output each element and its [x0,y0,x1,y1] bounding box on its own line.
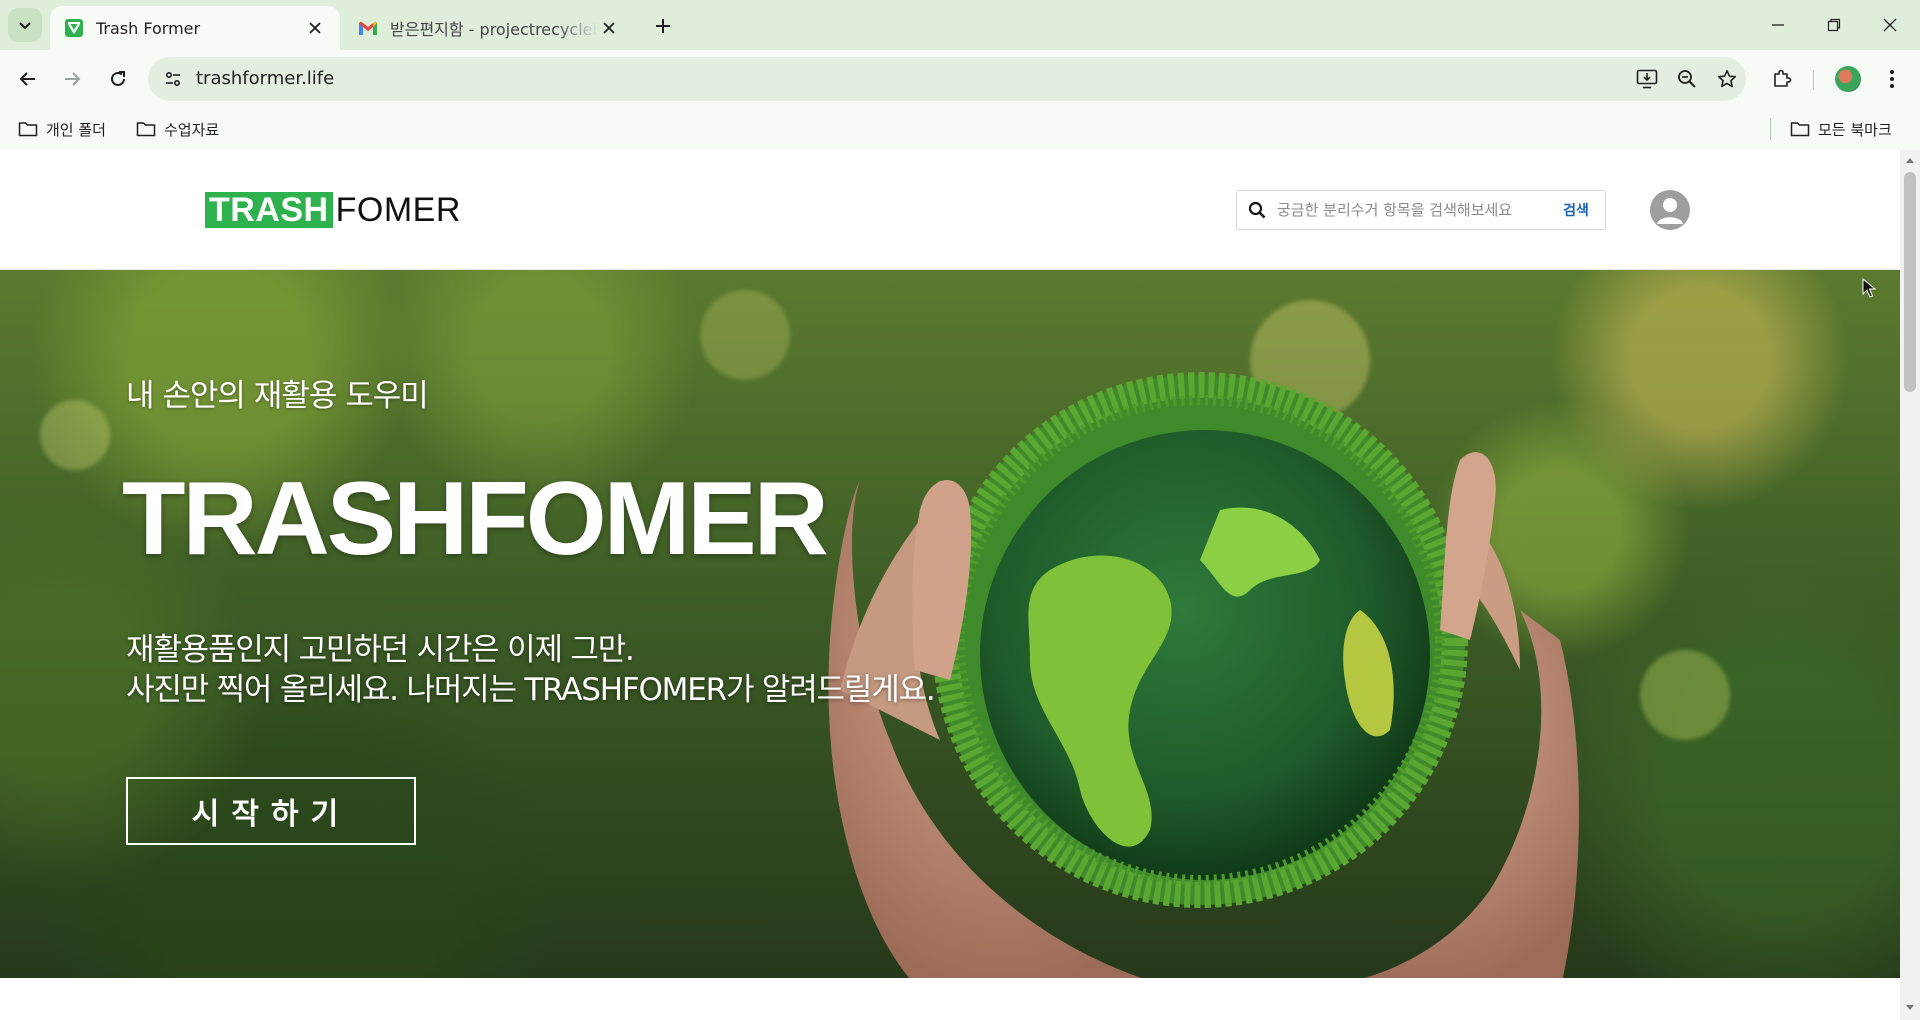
search-input[interactable] [1277,201,1547,219]
bokeh-light [40,400,110,470]
profile-button[interactable] [1830,61,1866,97]
address-url[interactable]: trashformer.life [196,57,334,101]
arrow-left-icon [19,72,35,86]
gmail-favicon-icon [358,18,378,38]
tab-close-icon[interactable] [598,17,620,39]
arrow-right-icon [65,72,81,86]
minimize-button[interactable] [1750,0,1806,50]
minimize-icon [1772,24,1784,26]
folder-icon [18,122,38,137]
address-bar[interactable]: trashformer.life [148,57,1746,101]
forward-button[interactable] [54,61,90,97]
hero-subtitle: 내 손안의 재활용 도우미 [126,378,429,414]
site-header: TRASH FOMER 검색 [0,150,1900,270]
site-info-icon[interactable] [158,64,188,94]
menu-button[interactable] [1874,61,1910,97]
reload-icon [111,71,125,86]
logo-trash: TRASH [205,192,333,228]
puzzle-icon [1774,69,1792,87]
more-vertical-icon [1890,70,1894,88]
bookmark-folder-personal[interactable]: 개인 폴더 [12,114,112,144]
bookmark-star-icon[interactable] [1712,64,1742,94]
hero-description-line: 재활용품인지 고민하던 시간은 이제 그만. [126,632,635,668]
chevron-down-icon [19,22,31,30]
tab-title: 받은편지함 - projectrecyclebs@ [390,20,598,39]
start-button[interactable]: 시작하기 [126,777,416,845]
tab-strip: Trash Former 받은편지함 - projectrecyclebs@ [0,0,1920,50]
plus-icon [656,19,670,33]
browser-toolbar: trashformer.life [0,50,1920,108]
all-bookmarks-folder[interactable]: 모든 북마크 [1784,114,1898,144]
new-tab-button[interactable] [648,11,678,41]
hero-banner: 내 손안의 재활용 도우미 TRASHFOMER 재활용품인지 고민하던 시간은… [0,270,1900,978]
restore-icon [1827,18,1841,32]
search-icon [1237,190,1277,230]
tab-close-icon[interactable] [304,17,326,39]
zoom-icon[interactable] [1672,64,1702,94]
scroll-up-icon[interactable] [1904,154,1916,166]
profile-avatar [1835,66,1861,92]
back-button[interactable] [10,61,46,97]
user-avatar[interactable] [1650,190,1690,230]
bookmark-label: 모든 북마크 [1818,120,1892,139]
bokeh-light [1640,650,1730,740]
mouse-cursor-icon [1862,278,1876,298]
hero-title: TRASHFOMER [122,461,829,577]
search-button[interactable]: 검색 [1547,191,1605,229]
bookmarks-divider [1770,118,1771,140]
logo-fomer: FOMER [335,191,461,229]
user-icon [1657,198,1683,224]
tab-trash-former[interactable]: Trash Former [50,6,340,50]
folder-icon [1790,122,1810,137]
hero-description-line: 사진만 찍어 올리세요. 나머지는 TRASHFOMER가 알려드릴게요. [126,672,936,708]
page-scrollbar[interactable] [1900,150,1920,1020]
extensions-button[interactable] [1764,61,1800,97]
scroll-down-icon[interactable] [1904,1002,1916,1014]
scrollbar-thumb[interactable] [1904,172,1916,392]
bookmark-label: 개인 폴더 [46,120,106,139]
reload-button[interactable] [100,61,136,97]
close-icon [1883,18,1897,32]
bokeh-light [700,290,790,380]
install-app-icon[interactable] [1632,64,1662,94]
folder-icon [136,122,156,137]
bookmarks-bar: 개인 폴더 수업자료 모든 북마크 [0,108,1920,150]
hero-description: 재활용품인지 고민하던 시간은 이제 그만. 사진만 찍어 올리세요. 나머지는… [126,630,936,710]
site-logo[interactable]: TRASH FOMER [205,192,461,228]
toolbar-divider [1813,70,1814,90]
bookmark-label: 수업자료 [164,120,220,139]
tab-search-button[interactable] [8,8,42,42]
close-window-button[interactable] [1862,0,1918,50]
tab-title: Trash Former [96,18,201,38]
trash-former-favicon-icon [64,18,84,38]
tab-gmail-inbox[interactable]: 받은편지함 - projectrecyclebs@ [344,6,634,50]
search-box: 검색 [1236,190,1606,230]
restore-button[interactable] [1806,0,1862,50]
bookmark-folder-class[interactable]: 수업자료 [130,114,225,144]
page-viewport: TRASH FOMER 검색 [0,150,1900,1020]
